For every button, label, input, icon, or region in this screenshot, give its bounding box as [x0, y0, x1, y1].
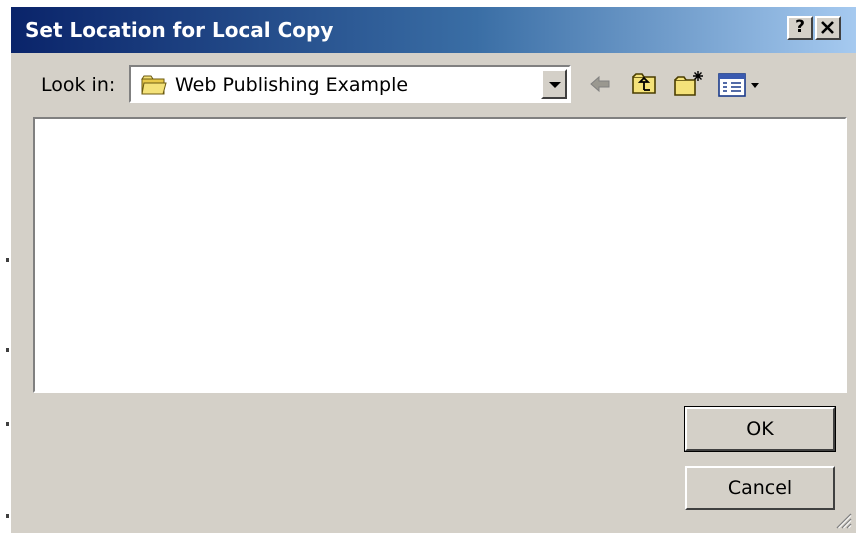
view-menu-icon[interactable]	[717, 69, 765, 99]
chevron-down-icon	[549, 82, 561, 88]
background-left-edge	[0, 0, 10, 533]
window-title: Set Location for Local Copy	[25, 18, 334, 42]
cancel-button[interactable]: Cancel	[685, 466, 835, 510]
look-in-dropdown[interactable]: Web Publishing Example	[129, 65, 571, 103]
title-bar[interactable]: Set Location for Local Copy ?	[11, 7, 856, 53]
file-list-pane[interactable]	[33, 117, 847, 393]
edge-mark	[6, 348, 9, 352]
create-new-folder-icon[interactable]	[673, 69, 707, 99]
close-button[interactable]	[815, 16, 841, 40]
edge-mark	[6, 422, 9, 426]
dropdown-arrow-button[interactable]	[541, 69, 567, 99]
edge-mark	[6, 514, 9, 518]
close-icon	[821, 21, 834, 34]
edge-mark	[6, 258, 9, 262]
back-arrow-icon[interactable]	[585, 69, 615, 99]
set-location-dialog: Set Location for Local Copy ? Look in: W…	[10, 6, 856, 533]
resize-grip-icon[interactable]	[834, 511, 852, 529]
ok-button[interactable]: OK	[684, 406, 836, 452]
help-button[interactable]: ?	[787, 16, 813, 40]
look-in-value: Web Publishing Example	[175, 74, 409, 96]
folder-icon	[141, 75, 167, 95]
look-in-label: Look in:	[41, 74, 116, 96]
up-one-level-icon[interactable]	[629, 69, 659, 99]
